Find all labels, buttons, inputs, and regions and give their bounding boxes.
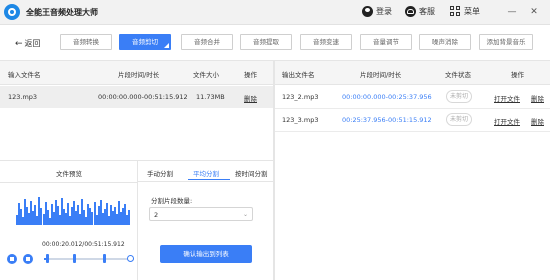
table-row[interactable]: 123_2.mp3 00:00:00.000-00:25:37.956 未剪切 …: [275, 86, 550, 108]
back-label: 返回: [24, 39, 41, 48]
input-file-table: 输入文件名 片段时间/时长 文件大小 操作 123.mp3 00:00:00.0…: [0, 61, 274, 160]
output-filename: 123_3.mp3: [282, 116, 319, 124]
grid-menu-icon: [450, 6, 461, 17]
segment-count-select[interactable]: 2 ⌄: [149, 207, 253, 221]
stop-button[interactable]: [23, 254, 33, 264]
status-badge: 未剪切: [446, 113, 472, 126]
back-arrow-icon: ←: [15, 38, 23, 49]
playback-time-readout: 00:00:20.012/00:51:15.912: [42, 241, 125, 248]
app-title: 全能王音频处理大师: [26, 8, 98, 17]
minimize-button[interactable]: —: [505, 5, 519, 19]
segment-count-label: 分割片段数量:: [151, 197, 193, 205]
tab-average-split[interactable]: 平均分割: [193, 168, 219, 178]
delete-input-link[interactable]: 删除: [244, 93, 257, 103]
volume-knob[interactable]: [127, 255, 134, 262]
function-toolbar: ← 返回 音频转换 音频剪切 音频合并 音频提取 音频变速 音量调节 噪声消除 …: [0, 25, 550, 61]
tool-audio-convert-button[interactable]: 音频转换: [60, 34, 112, 50]
playback-slider[interactable]: [44, 258, 134, 260]
login-label: 登录: [376, 7, 392, 16]
tool-audio-merge-button[interactable]: 音频合并: [181, 34, 233, 50]
confirm-output-button[interactable]: 确认输出到列表: [160, 245, 252, 263]
login-button[interactable]: 登录: [362, 6, 392, 17]
app-logo-icon: [4, 4, 20, 20]
tool-audio-cut-button[interactable]: 音频剪切: [119, 34, 171, 50]
preview-header-divider: [0, 182, 138, 183]
row-divider: [275, 131, 550, 132]
output-time-range: 00:25:37.956-00:51:15.912: [342, 116, 432, 124]
user-icon: [362, 6, 373, 17]
tab-manual-split[interactable]: 手动分割: [147, 168, 173, 178]
back-button[interactable]: ← 返回: [15, 38, 41, 49]
tool-audio-speed-button[interactable]: 音频变速: [300, 34, 352, 50]
input-table-header: 输入文件名 片段时间/时长 文件大小 操作: [0, 61, 273, 85]
headset-icon: [405, 6, 416, 17]
tab-time-split[interactable]: 按时间分割: [235, 168, 268, 178]
col-file-size: 文件大小: [193, 71, 219, 79]
status-badge: 未剪切: [446, 90, 472, 103]
close-button[interactable]: ✕: [527, 5, 541, 19]
audio-waveform: [16, 195, 131, 225]
delete-output-link[interactable]: 删除: [531, 93, 544, 103]
input-file-size: 11.73MB: [196, 93, 225, 101]
output-file-table: 输出文件名 片段时间/时长 文件状态 操作 123_2.mp3 00:00:00…: [275, 61, 550, 280]
col-file-status: 文件状态: [445, 71, 471, 79]
open-file-link[interactable]: 打开文件: [494, 116, 520, 126]
col-input-filename: 输入文件名: [8, 71, 41, 79]
menu-label: 菜单: [464, 7, 480, 16]
segment-split-handle[interactable]: [73, 254, 76, 263]
chevron-down-icon: ⌄: [242, 211, 248, 218]
input-filename: 123.mp3: [8, 93, 38, 101]
service-label: 客服: [419, 7, 435, 16]
open-file-link[interactable]: 打开文件: [494, 93, 520, 103]
input-time-range: 00:00:00.000-00:51:15.912: [98, 93, 188, 101]
table-row[interactable]: 123_3.mp3 00:25:37.956-00:51:15.912 未剪切 …: [275, 109, 550, 131]
col-actions: 操作: [244, 71, 257, 79]
customer-service-button[interactable]: 客服: [405, 6, 435, 17]
output-filename: 123_2.mp3: [282, 93, 319, 101]
table-row[interactable]: 123.mp3 00:00:00.000-00:51:15.912 11.73M…: [0, 86, 273, 108]
col-output-segment-time: 片段时间/时长: [360, 71, 402, 79]
tool-add-bgm-button[interactable]: 添加背景音乐: [479, 34, 533, 50]
title-bar: 全能王音频处理大师 登录 客服 菜单 — ✕: [0, 0, 550, 25]
segment-split-handle[interactable]: [103, 254, 106, 263]
tool-denoise-button[interactable]: 噪声消除: [419, 34, 471, 50]
pause-button[interactable]: [7, 254, 17, 264]
col-segment-time: 片段时间/时长: [118, 71, 160, 79]
menu-button[interactable]: 菜单: [450, 6, 480, 17]
preview-title: 文件预览: [56, 170, 82, 178]
segment-count-value: 2: [154, 211, 159, 219]
output-time-range: 00:00:00.000-00:25:37.956: [342, 93, 432, 101]
waveform-bar: [128, 210, 131, 225]
output-table-header: 输出文件名 片段时间/时长 文件状态 操作: [275, 61, 550, 85]
delete-output-link[interactable]: 删除: [531, 116, 544, 126]
tool-volume-button[interactable]: 音量调节: [360, 34, 412, 50]
tabs-divider: [138, 181, 274, 182]
col-output-filename: 输出文件名: [282, 71, 315, 79]
col-output-actions: 操作: [511, 71, 524, 79]
active-tab-indicator: [188, 179, 230, 180]
segment-start-handle[interactable]: [46, 254, 49, 263]
tool-audio-extract-button[interactable]: 音频提取: [240, 34, 292, 50]
